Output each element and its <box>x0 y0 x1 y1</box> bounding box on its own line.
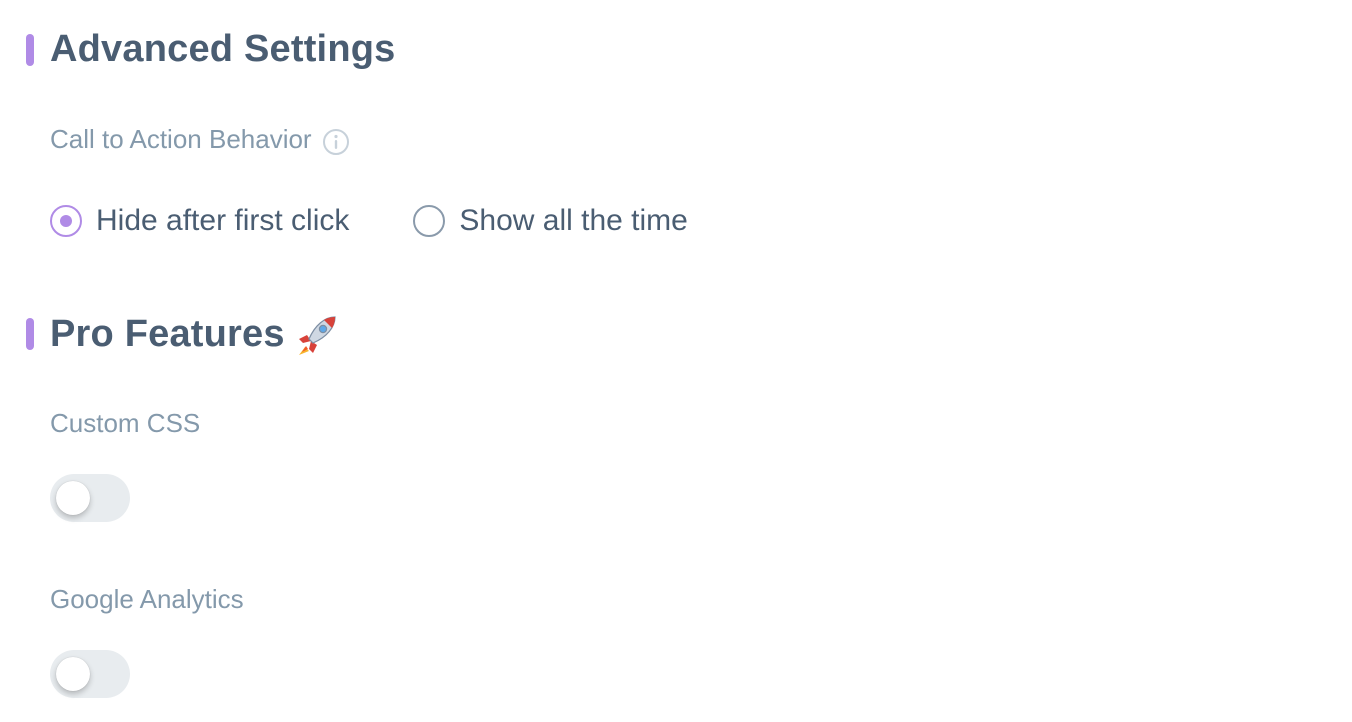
cta-behavior-label-row: Call to Action Behavior <box>50 124 349 155</box>
advanced-settings-title: Advanced Settings <box>50 28 396 70</box>
pro-features-title: Pro Features <box>50 312 285 355</box>
settings-page: Advanced Settings Call to Action Behavio… <box>0 0 1352 722</box>
google-analytics-label: Google Analytics <box>50 584 244 614</box>
cta-behavior-label: Call to Action Behavior <box>50 124 312 154</box>
custom-css-label: Custom CSS <box>50 408 201 438</box>
radio-button-unselected[interactable] <box>413 205 446 237</box>
radio-label-hide-after-first-click: Hide after first click <box>96 204 350 237</box>
pro-features-title-row: Pro Features <box>50 311 341 357</box>
toggle-knob <box>56 481 90 515</box>
cta-behavior-radio-group: Hide after first click Show all the time <box>50 204 688 238</box>
radio-option-hide-after-first-click[interactable]: Hide after first click <box>50 204 349 238</box>
info-icon[interactable] <box>322 128 349 155</box>
radio-label-show-all-the-time: Show all the time <box>459 204 688 237</box>
section-accent-bar <box>26 34 34 66</box>
google-analytics-toggle[interactable] <box>50 650 130 698</box>
section-accent-bar <box>26 318 34 350</box>
custom-css-toggle[interactable] <box>50 474 130 522</box>
radio-button-selected[interactable] <box>50 205 82 237</box>
toggle-knob <box>56 657 90 691</box>
rocket-icon <box>295 311 341 357</box>
radio-option-show-all-the-time[interactable]: Show all the time <box>413 204 688 238</box>
